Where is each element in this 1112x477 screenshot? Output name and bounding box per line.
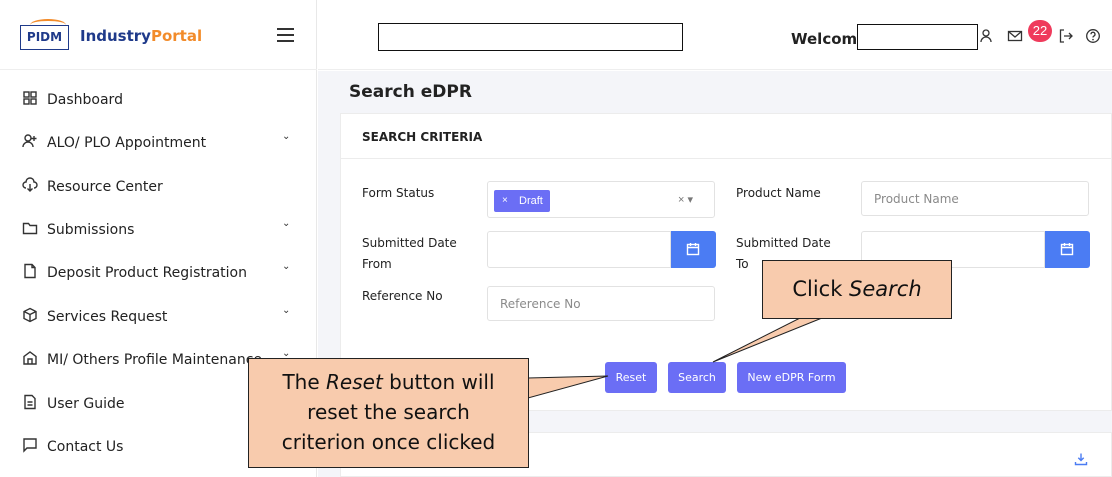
- submitted-date-from-label: Submitted Date From: [362, 236, 457, 271]
- chevron-down-icon: ⌄: [282, 305, 291, 316]
- hamburger-menu-icon[interactable]: [277, 28, 294, 42]
- help-icon[interactable]: [1085, 28, 1101, 44]
- dashboard-icon: [23, 91, 37, 105]
- download-icon[interactable]: [1074, 452, 1088, 466]
- product-name-input[interactable]: Product Name: [861, 181, 1089, 216]
- sidebar-item-alo-plo-appointment[interactable]: ALO/ PLO Appointment ⌄: [22, 131, 302, 157]
- welcome-user-box: [857, 24, 978, 50]
- top-search-box[interactable]: [378, 23, 683, 51]
- sidebar-item-deposit-product-registration[interactable]: Deposit Product Registration ⌄: [22, 261, 302, 287]
- sidebar-item-services-request[interactable]: Services Request ⌄: [22, 305, 302, 331]
- select-clear-dropdown-icon[interactable]: × ▾: [678, 193, 693, 206]
- reference-no-input[interactable]: Reference No: [487, 286, 715, 321]
- sidebar-item-submissions[interactable]: Submissions ⌄: [22, 218, 302, 244]
- user-plus-icon: [22, 134, 37, 148]
- sidebar-item-label: ALO/ PLO Appointment: [47, 135, 207, 151]
- guide-icon: [24, 394, 36, 410]
- calendar-from-button[interactable]: [671, 231, 716, 268]
- logout-icon[interactable]: [1058, 28, 1074, 44]
- sidebar-item-label: Dashboard: [47, 92, 123, 108]
- box-icon: [23, 307, 37, 323]
- calendar-icon: [686, 243, 700, 256]
- sidebar-item-label: Submissions: [47, 222, 135, 238]
- welcome-label: Welcome: [791, 30, 868, 48]
- chevron-down-icon: ⌄: [282, 131, 291, 142]
- chip-remove-icon[interactable]: ×: [502, 190, 508, 212]
- reference-no-label: Reference No: [362, 289, 443, 303]
- user-icon[interactable]: [978, 28, 994, 44]
- cloud-download-icon: [22, 177, 38, 192]
- sidebar-item-label: Services Request: [47, 309, 168, 325]
- draft-chip: × Draft: [494, 190, 550, 212]
- sidebar-item-label: Contact Us: [47, 439, 124, 455]
- search-button[interactable]: Search: [668, 362, 726, 393]
- sidebar-item-resource-center[interactable]: Resource Center: [22, 175, 302, 201]
- brand-header: PIDM IndustryPortal: [0, 0, 317, 70]
- sidebar-item-label: Deposit Product Registration: [47, 265, 247, 281]
- page-title: Search eDPR: [349, 82, 472, 102]
- mail-icon[interactable]: [1007, 28, 1023, 44]
- top-bar: Welcome 22: [318, 0, 1112, 70]
- folder-icon: [22, 222, 38, 235]
- chat-icon: [23, 438, 37, 453]
- search-callout: Click Search: [762, 260, 952, 319]
- product-name-label: Product Name: [736, 186, 821, 200]
- search-criteria-header: SEARCH CRITERIA: [340, 113, 1112, 159]
- sidebar-item-label: Resource Center: [47, 179, 163, 195]
- calendar-icon: [1060, 243, 1074, 256]
- reset-callout: The Reset button will reset the search c…: [248, 358, 529, 468]
- new-edpr-form-button[interactable]: New eDPR Form: [737, 362, 846, 393]
- chevron-down-icon: ⌄: [282, 261, 291, 272]
- home-icon: [23, 351, 37, 365]
- form-status-select[interactable]: × Draft × ▾: [487, 181, 715, 218]
- notification-badge: 22: [1028, 20, 1052, 42]
- reset-button[interactable]: Reset: [605, 362, 657, 393]
- sidebar-item-label: User Guide: [47, 396, 125, 412]
- pidm-logo: PIDM: [20, 25, 69, 50]
- calendar-to-button[interactable]: [1045, 231, 1090, 268]
- submitted-date-from-input[interactable]: [487, 231, 671, 268]
- chevron-down-icon: ⌄: [282, 218, 291, 229]
- form-status-label: Form Status: [362, 186, 435, 200]
- sidebar-item-label: MI/ Others Profile Maintenance: [47, 352, 263, 368]
- sidebar-item-dashboard[interactable]: Dashboard: [22, 88, 302, 114]
- document-icon: [24, 263, 36, 279]
- brand-name: IndustryPortal: [80, 27, 203, 45]
